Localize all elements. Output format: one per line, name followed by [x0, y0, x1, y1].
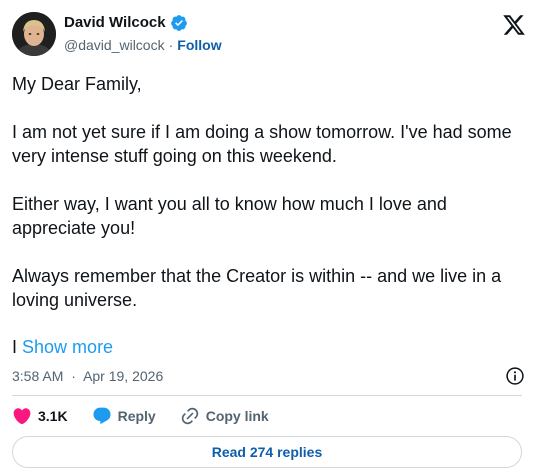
tweet-paragraph: I am not yet sure if I am doing a show t… — [12, 122, 512, 166]
divider — [12, 395, 522, 396]
timestamp-separator: · — [71, 368, 76, 384]
action-bar: 3.1K Reply Copy link — [12, 404, 293, 428]
reply-button[interactable]: Reply — [92, 406, 156, 426]
avatar[interactable] — [12, 12, 56, 56]
truncated-fragment: I — [12, 337, 18, 357]
copy-link-label: Copy link — [205, 408, 269, 424]
author-name-row: David Wilcock — [64, 14, 188, 32]
show-more-link[interactable]: Show more — [22, 337, 113, 357]
like-button[interactable]: 3.1K — [12, 406, 68, 426]
tweet-text: My Dear Family, I am not yet sure if I a… — [12, 72, 517, 312]
read-replies-label: Read 274 replies — [211, 444, 323, 460]
author-name[interactable]: David Wilcock — [64, 14, 166, 32]
heart-icon — [13, 408, 31, 425]
like-count: 3.1K — [38, 408, 68, 424]
link-icon — [181, 407, 198, 425]
author-handle-row: @david_wilcock · Follow — [64, 36, 222, 54]
author-handle[interactable]: @david_wilcock — [64, 37, 165, 53]
follow-button[interactable]: Follow — [177, 37, 221, 53]
reply-label: Reply — [117, 408, 156, 424]
x-logo-icon[interactable] — [502, 13, 526, 37]
tweet-paragraph: My Dear Family, — [12, 74, 142, 94]
reply-bubble-icon — [93, 407, 111, 425]
tweet-paragraph: Always remember that the Creator is with… — [12, 266, 502, 310]
avatar-portrait — [12, 12, 56, 56]
tweet-time: 3:58 AM — [12, 368, 64, 384]
tweet-embed-card: David Wilcock @david_wilcock · Follow My D… — [0, 0, 534, 476]
tweet-paragraph: Either way, I want you all to know how m… — [12, 194, 447, 238]
info-icon[interactable] — [505, 366, 525, 386]
truncated-line: I Show more — [12, 335, 113, 359]
tweet-timestamp[interactable]: 3:58 AM · Apr 19, 2026 — [12, 367, 163, 385]
tweet-date: Apr 19, 2026 — [83, 368, 164, 384]
verified-badge-icon — [170, 14, 188, 32]
handle-separator: · — [168, 37, 174, 53]
copy-link-button[interactable]: Copy link — [180, 406, 269, 426]
read-replies-button[interactable]: Read 274 replies — [12, 436, 522, 468]
